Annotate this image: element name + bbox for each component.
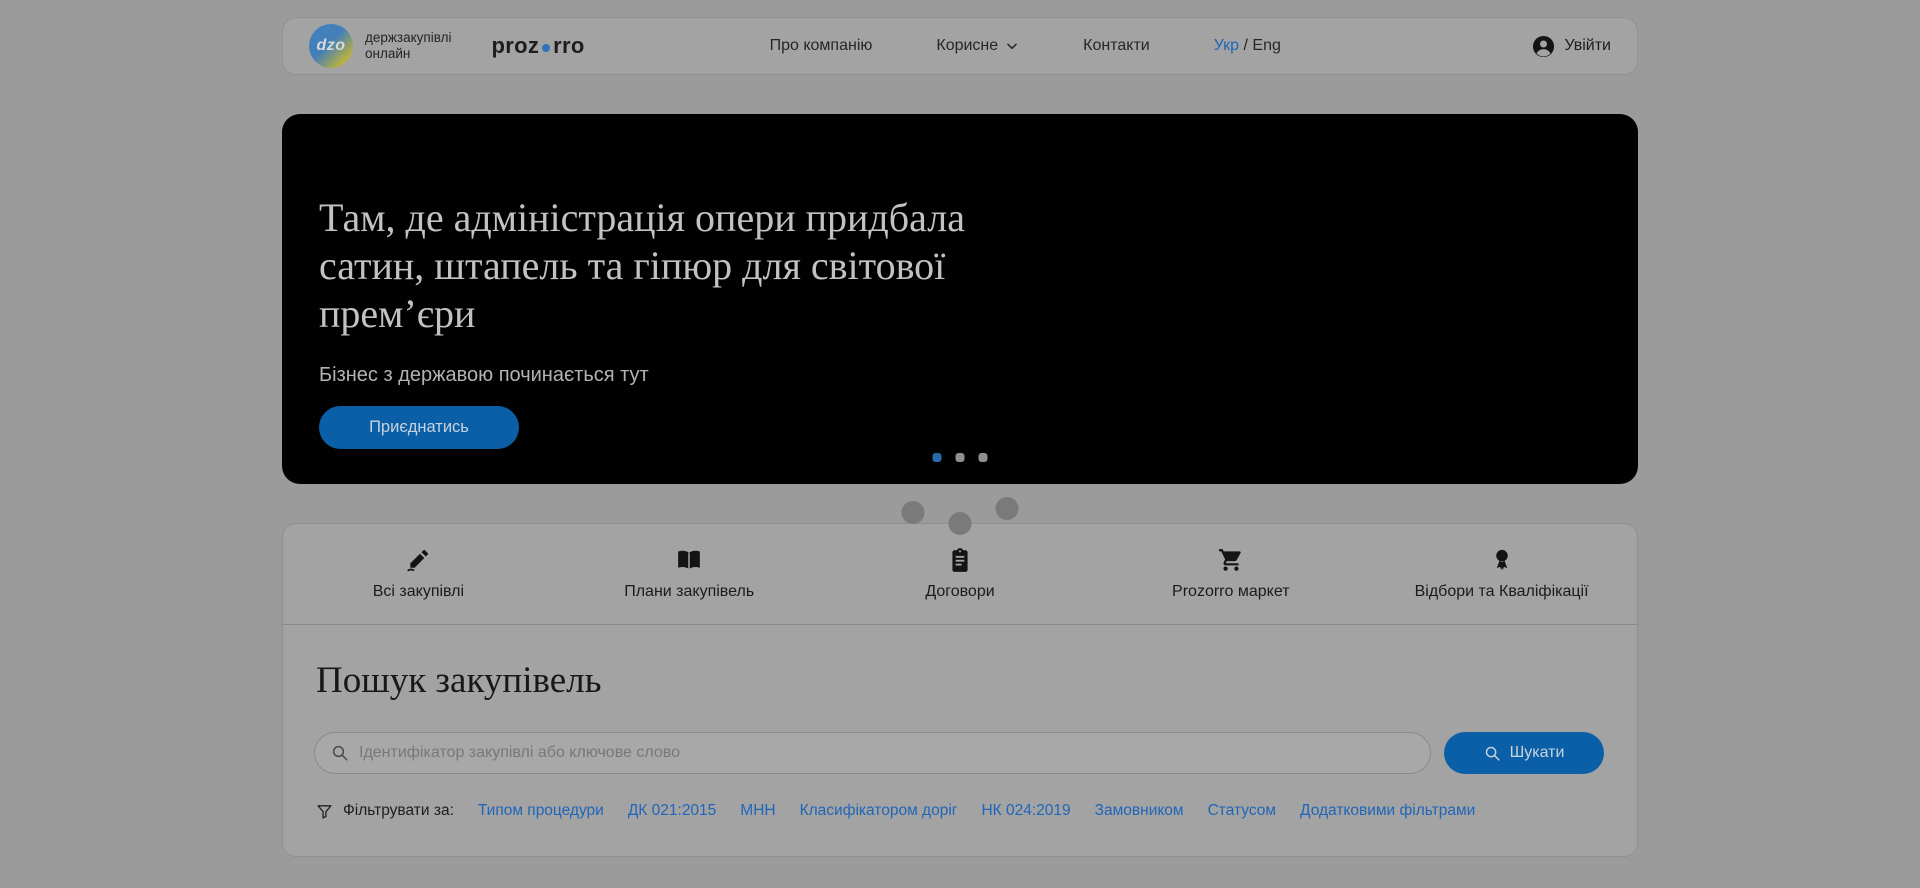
- tab-procurement-plans-label: Плани закупівель: [624, 583, 754, 601]
- dzo-logo-icon: dzo: [309, 24, 353, 68]
- tab-prozorro-market[interactable]: Prozorro маркет: [1095, 524, 1366, 624]
- tab-prozorro-market-label: Prozorro маркет: [1172, 583, 1289, 601]
- search-section: Пошук закупівель Шукати: [283, 625, 1637, 856]
- carousel-dot-2[interactable]: [956, 453, 965, 462]
- filter-link-road-classifier[interactable]: Класифікатором доріг: [800, 802, 958, 820]
- org-name: держзакупівлі онлайн: [365, 30, 451, 62]
- carousel-dot-3[interactable]: [979, 453, 988, 462]
- loading-dot: [902, 501, 925, 524]
- filter-row: Фільтрувати за: Типом процедури ДК 021:2…: [314, 802, 1604, 820]
- hero-banner: Там, де адміністрація опери придбала сат…: [282, 114, 1638, 484]
- filter-link-mnn[interactable]: МНН: [740, 802, 775, 820]
- org-name-line2: онлайн: [365, 46, 451, 62]
- hero-title: Там, де адміністрація опери придбала сат…: [319, 194, 1638, 338]
- filter-funnel-icon: [316, 803, 333, 820]
- org-name-line1: держзакупівлі: [365, 30, 451, 46]
- search-card: Всі закупівлі Плани закупівель: [282, 523, 1638, 857]
- top-navigation-bar: dzo держзакупівлі онлайн proz rro Про ко…: [282, 17, 1638, 75]
- filter-link-nk-024-2019[interactable]: НК 024:2019: [981, 802, 1070, 820]
- main-nav: Про компанію Корисне Контакти: [770, 37, 1150, 55]
- nav-item-about[interactable]: Про компанію: [770, 37, 873, 55]
- contract-icon: [947, 547, 973, 573]
- search-input[interactable]: [314, 732, 1431, 774]
- filter-link-dk-021-2015[interactable]: ДК 021:2015: [628, 802, 716, 820]
- hero-title-line2: сатин, штапель та гіпюр для світової: [319, 242, 1638, 290]
- user-icon: [1532, 35, 1555, 58]
- tab-selections-qualifications-label: Відбори та Кваліфікації: [1415, 583, 1589, 601]
- tab-all-tenders[interactable]: Всі закупівлі: [283, 524, 554, 624]
- tab-all-tenders-label: Всі закупівлі: [373, 583, 464, 601]
- page-container: dzo держзакупівлі онлайн proz rro Про ко…: [282, 17, 1638, 857]
- nav-item-contacts[interactable]: Контакти: [1083, 37, 1150, 55]
- nav-item-about-label: Про компанію: [770, 37, 873, 55]
- tab-contracts[interactable]: Договори: [825, 524, 1096, 624]
- carousel-dots: [933, 453, 988, 462]
- filter-label: Фільтрувати за:: [343, 802, 454, 820]
- login-button[interactable]: Увійти: [1532, 35, 1611, 58]
- signature-icon: [405, 547, 431, 573]
- login-label: Увійти: [1564, 37, 1611, 55]
- open-book-icon: [676, 547, 702, 573]
- medal-icon: [1489, 547, 1515, 573]
- search-row: Шукати: [314, 732, 1604, 774]
- search-icon: [331, 744, 349, 767]
- prozorro-logo-left: proz: [491, 33, 539, 59]
- hero-title-line3: прем’єри: [319, 290, 1638, 338]
- nav-item-contacts-label: Контакти: [1083, 37, 1150, 55]
- hero-title-line1: Там, де адміністрація опери придбала: [319, 194, 1638, 242]
- filter-link-status[interactable]: Статусом: [1208, 802, 1276, 820]
- prozorro-logo[interactable]: proz rro: [491, 33, 584, 59]
- prozorro-logo-right: rro: [553, 33, 584, 59]
- tab-contracts-label: Договори: [925, 583, 994, 601]
- filter-link-customer[interactable]: Замовником: [1095, 802, 1184, 820]
- search-input-wrap: [314, 732, 1431, 774]
- language-other[interactable]: Eng: [1252, 37, 1280, 54]
- join-button[interactable]: Приєднатись: [319, 406, 519, 449]
- search-button-icon: [1484, 745, 1501, 762]
- carousel-dot-1[interactable]: [933, 453, 942, 462]
- search-title: Пошук закупівель: [316, 659, 1604, 702]
- site-logo[interactable]: dzo держзакупівлі онлайн proz rro: [309, 24, 585, 68]
- chevron-down-icon: [1005, 39, 1019, 53]
- loading-dot: [996, 497, 1019, 520]
- filter-link-procedure-type[interactable]: Типом процедури: [478, 802, 604, 820]
- category-tabs: Всі закупівлі Плани закупівель: [283, 524, 1637, 624]
- hero-subtitle: Бізнес з державою починається тут: [319, 364, 1638, 387]
- tab-selections-qualifications[interactable]: Відбори та Кваліфікації: [1366, 524, 1637, 624]
- nav-item-useful-label: Корисне: [936, 37, 998, 55]
- prozorro-dot-icon: [542, 44, 550, 52]
- filter-link-additional-filters[interactable]: Додатковими фільтрами: [1300, 802, 1475, 820]
- search-button[interactable]: Шукати: [1444, 732, 1604, 774]
- cart-icon: [1218, 547, 1244, 573]
- language-active[interactable]: Укр: [1214, 37, 1239, 54]
- nav-item-useful[interactable]: Корисне: [936, 37, 1019, 55]
- loading-indicator: [902, 497, 1019, 535]
- search-button-label: Шукати: [1510, 744, 1565, 762]
- language-switcher[interactable]: Укр / Eng: [1214, 37, 1281, 55]
- loading-dot: [949, 512, 972, 535]
- tab-procurement-plans[interactable]: Плани закупівель: [554, 524, 825, 624]
